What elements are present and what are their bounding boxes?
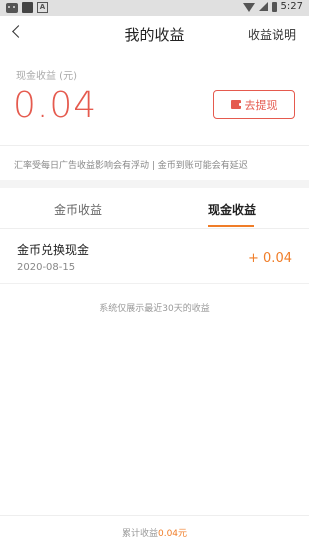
earnings-explanation-link[interactable]: 收益说明 (248, 26, 296, 43)
status-time: 5:27 (280, 1, 303, 12)
total-earnings: 累计收益0.04元 (0, 526, 309, 539)
tab-cash-earnings[interactable]: 现金收益 (208, 201, 256, 218)
cash-earnings-label: 现金收益 (元) (16, 71, 77, 82)
divider (0, 283, 309, 284)
cash-amount: 0.04 (13, 85, 98, 126)
record-date: 2020-08-15 (17, 262, 76, 273)
history-footnote: 系统仅展示最近30天的收益 (99, 304, 210, 314)
status-bar: A 5:27 (0, 0, 309, 16)
back-arrow-icon[interactable] (10, 23, 30, 43)
square-icon (22, 2, 33, 13)
status-left-icons: A (6, 2, 48, 13)
wallet-icon (230, 100, 242, 109)
tab-coin-earnings[interactable]: 金币收益 (54, 201, 102, 218)
image-a-icon: A (37, 2, 48, 13)
wifi-icon (242, 2, 255, 12)
record-title: 金币兑换现金 (17, 243, 90, 257)
cat-icon (6, 3, 18, 13)
withdraw-button-label: 去提现 (244, 98, 278, 112)
withdraw-button[interactable]: 去提现 (213, 90, 295, 119)
section-gap (0, 180, 309, 188)
signal-icon (258, 2, 268, 11)
nav-bar: 我的收益 收益说明 (0, 16, 309, 56)
status-right: 5:27 (242, 1, 303, 12)
total-earnings-value: 0.04元 (157, 529, 188, 539)
exchange-rate-notice: 汇率受每日广告收益影响会有浮动 | 金币到账可能会有延迟 (14, 161, 248, 171)
active-tab-indicator (208, 225, 254, 227)
battery-icon (271, 1, 277, 12)
earnings-tabs: 金币收益 现金收益 (0, 188, 309, 229)
bottom-summary-bar: 累计收益0.04元 (0, 515, 309, 550)
record-value: + 0.04 (248, 251, 292, 266)
divider (0, 145, 309, 146)
total-earnings-label: 累计收益 (121, 529, 158, 539)
